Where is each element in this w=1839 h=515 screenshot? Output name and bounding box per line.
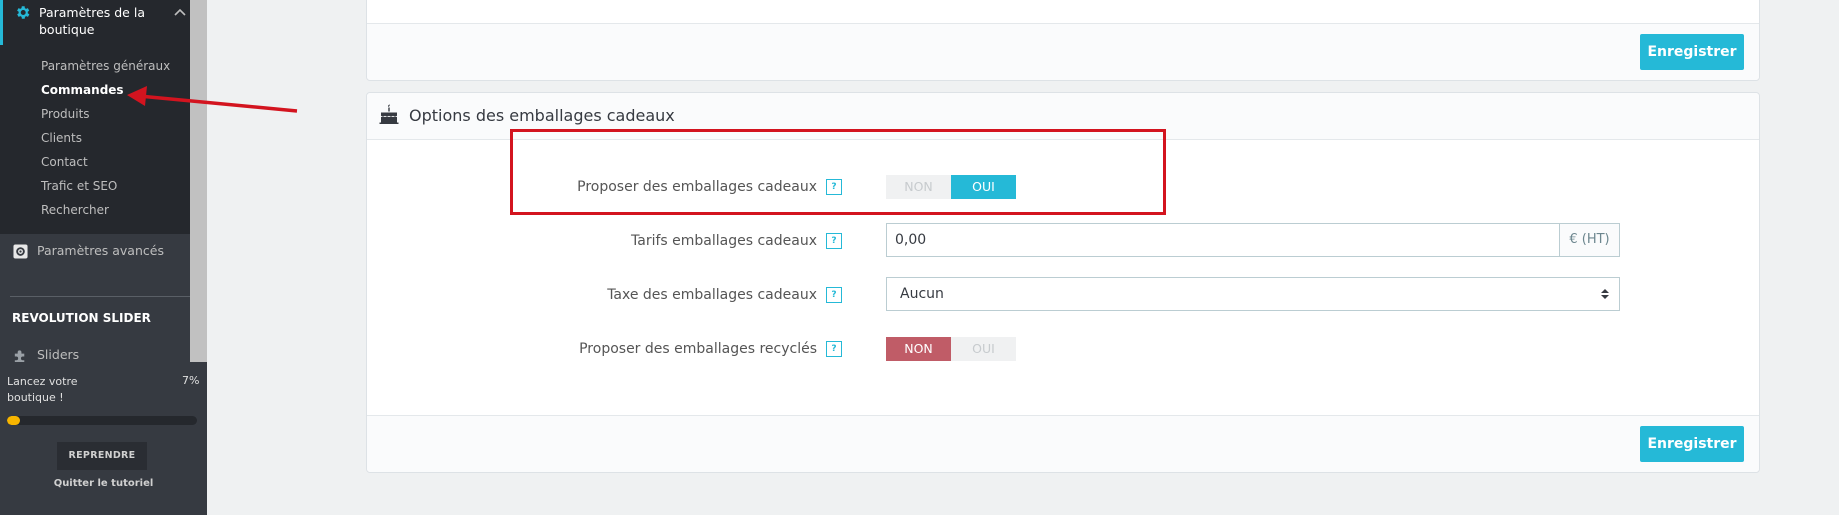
sidebar-subitem-general[interactable]: Paramètres généraux (41, 58, 170, 74)
panel-footer: Enregistrer (367, 23, 1759, 80)
sidebar-scrollbar[interactable] (190, 0, 207, 362)
recycled-label: Proposer des emballages recyclés (579, 341, 817, 357)
switch-option-oui[interactable]: OUI (951, 337, 1016, 361)
gift-price-input[interactable]: 0,00 (886, 223, 1560, 257)
sidebar-item-shop-params[interactable]: Paramètres de la boutique (0, 0, 190, 45)
currency-addon: € (HT) (1560, 223, 1620, 257)
gift-tax-value: Aucun (900, 286, 944, 302)
gift-tax-label: Taxe des emballages cadeaux (607, 287, 817, 303)
help-icon[interactable]: ? (826, 287, 842, 303)
sidebar-item-label: Sliders (37, 347, 80, 362)
recycled-switch[interactable]: NON OUI (886, 337, 1016, 361)
gift-price-value: 0,00 (895, 232, 927, 248)
chevron-up-icon[interactable] (174, 7, 186, 17)
sidebar-item-advanced-params[interactable]: Paramètres avancés (0, 234, 190, 272)
previous-settings-panel: Enregistrer (366, 0, 1760, 81)
quit-tutorial-link[interactable]: Quitter le tutoriel (0, 478, 207, 489)
sidebar-subitem-search[interactable]: Rechercher (41, 202, 109, 218)
help-icon[interactable]: ? (826, 341, 842, 357)
sidebar-divider (10, 296, 190, 297)
sidebar-subitem-traffic-seo[interactable]: Trafic et SEO (41, 178, 117, 194)
cake-icon (379, 104, 399, 124)
tutorial-progress-bar (7, 416, 197, 425)
gift-price-label: Tarifs emballages cadeaux (631, 233, 817, 249)
tutorial-percent: 7% (182, 374, 200, 387)
sidebar-subitem-orders[interactable]: Commandes (41, 82, 124, 98)
help-icon[interactable]: ? (826, 233, 842, 249)
annotation-highlight-box (510, 129, 1166, 215)
panel-title: Options des emballages cadeaux (409, 106, 675, 125)
sidebar-subitem-contact[interactable]: Contact (41, 154, 88, 170)
save-button[interactable]: Enregistrer (1640, 34, 1744, 70)
save-button[interactable]: Enregistrer (1640, 426, 1744, 462)
panel-footer: Enregistrer (367, 415, 1759, 472)
annotation-arrow-icon (127, 86, 298, 113)
gear-icon (17, 6, 30, 19)
resume-button[interactable]: REPRENDRE (57, 442, 147, 470)
sidebar-subitem-customers[interactable]: Clients (41, 130, 82, 146)
switch-option-non[interactable]: NON (886, 337, 951, 361)
tutorial-text: Lancez votre boutique ! (7, 375, 78, 404)
select-caret-icon (1601, 289, 1609, 299)
settings-box-icon (13, 244, 28, 259)
sidebar-item-label: Paramètres avancés (37, 243, 164, 258)
gift-tax-select[interactable]: Aucun (886, 277, 1620, 311)
sidebar-subitem-products[interactable]: Produits (41, 106, 90, 122)
sidebar-group-title: REVOLUTION SLIDER (12, 311, 151, 325)
tutorial-widget: Lancez votre boutique ! 7% REPRENDRE Qui… (0, 362, 207, 515)
sidebar-item-label: Paramètres de la boutique (39, 5, 145, 37)
tutorial-progress-fill (7, 416, 21, 425)
